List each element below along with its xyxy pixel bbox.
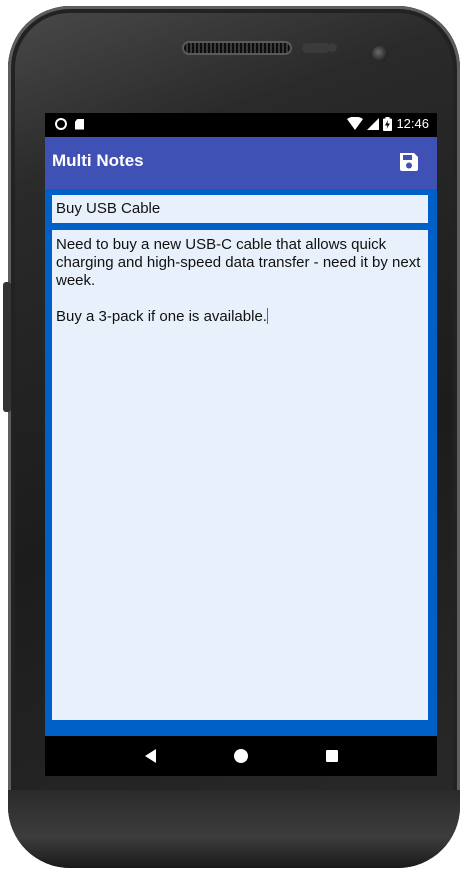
wifi-icon: [347, 117, 364, 130]
sd-card-icon: [75, 118, 84, 130]
recents-icon: [325, 750, 338, 762]
ring-icon: [55, 118, 67, 130]
note-title-input[interactable]: [52, 195, 428, 223]
recents-button[interactable]: [320, 744, 344, 768]
home-icon: [233, 749, 248, 763]
app-bar: Multi Notes: [45, 137, 437, 189]
light-sensor: [328, 43, 337, 52]
status-time: 12:46: [396, 116, 429, 131]
home-button[interactable]: [229, 744, 253, 768]
note-editor: Need to buy a new USB-C cable that allow…: [45, 189, 437, 736]
save-button[interactable]: [395, 148, 423, 176]
phone-chin: [8, 790, 460, 868]
front-camera: [372, 46, 388, 62]
back-button[interactable]: [138, 744, 162, 768]
note-body-text: Need to buy a new USB-C cable that allow…: [56, 236, 421, 325]
text-cursor: [266, 308, 268, 324]
app-title: Multi Notes: [52, 151, 144, 170]
proximity-sensor: [302, 43, 330, 53]
side-button: [3, 282, 11, 412]
signal-icon: [367, 118, 380, 130]
note-body-input[interactable]: Need to buy a new USB-C cable that allow…: [52, 230, 428, 720]
navigation-bar: [45, 736, 437, 776]
save-icon: [400, 153, 418, 171]
screen: 12:46 Multi Notes Need to buy a new USB-…: [45, 113, 437, 776]
status-bar: 12:46: [45, 113, 437, 137]
battery-charging-icon: [383, 116, 393, 131]
earpiece-speaker: [184, 43, 290, 53]
back-icon: [144, 749, 156, 763]
